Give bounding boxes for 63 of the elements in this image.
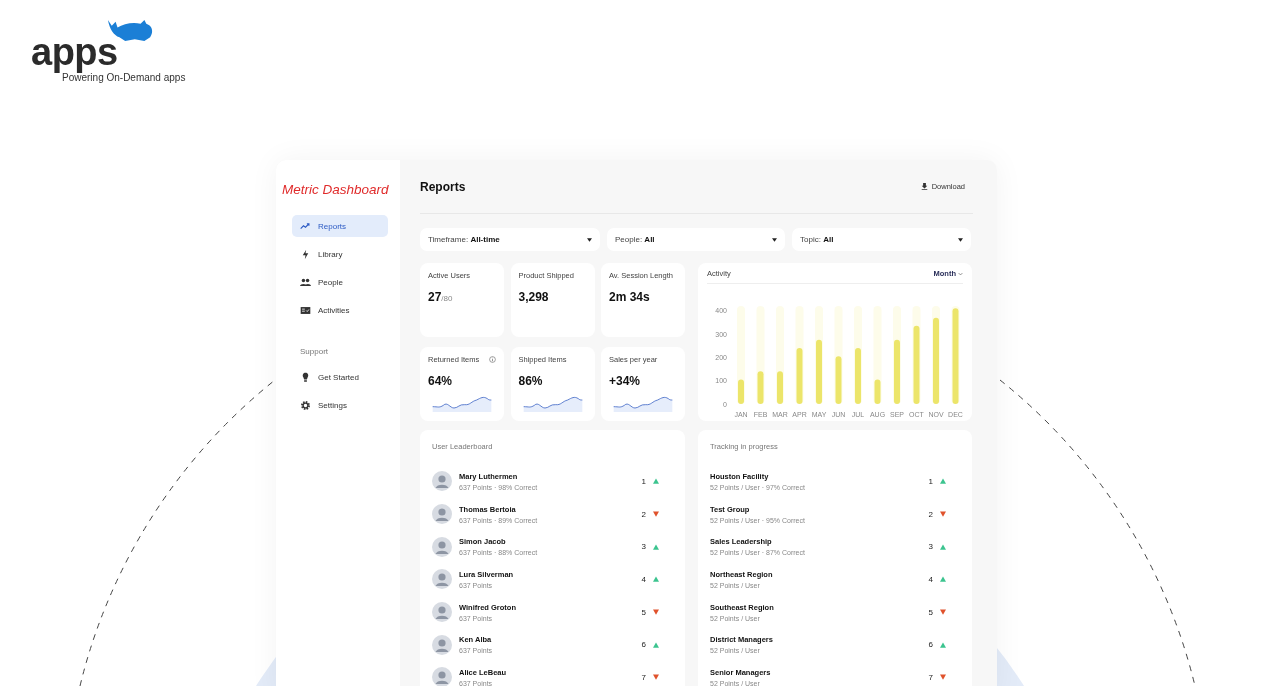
- nav-item[interactable]: Get Started: [292, 366, 388, 388]
- bar: [738, 379, 744, 404]
- rank-number: 7: [641, 672, 646, 682]
- lightbulb-icon: [300, 371, 311, 383]
- tagline: Powering On-Demand apps: [62, 72, 186, 83]
- bar: [777, 371, 783, 404]
- rank-number: 3: [928, 542, 933, 552]
- bar: [835, 356, 842, 404]
- rank-number: 7: [928, 672, 933, 682]
- settings-icon: [300, 399, 311, 411]
- nav-item[interactable]: People: [292, 271, 388, 293]
- nav-item[interactable]: Settings: [292, 394, 388, 416]
- nav-item[interactable]: Library: [292, 243, 388, 265]
- info-icon[interactable]: [489, 356, 496, 363]
- rank-number: 6: [928, 640, 933, 650]
- avatar-icon: [432, 504, 452, 525]
- rank-number: 4: [641, 574, 646, 584]
- rank-number: 5: [641, 607, 646, 617]
- rank-number: 6: [641, 640, 646, 650]
- stat-value: 86%: [518, 374, 544, 388]
- trend-icon: [300, 220, 311, 232]
- filter-dropdown[interactable]: Topic: All: [792, 228, 971, 251]
- avatar-icon: [432, 634, 452, 655]
- avatar-icon: [432, 602, 452, 623]
- stat-value: 2m 34s: [609, 290, 651, 304]
- rank-number: 2: [928, 509, 933, 519]
- filter-dropdown[interactable]: Timeframe: All-time: [420, 228, 600, 251]
- bar: [855, 348, 861, 404]
- avatar-icon: [432, 667, 452, 686]
- filter-dropdown[interactable]: People: All: [607, 228, 785, 251]
- stat-value: 27/80: [428, 290, 454, 304]
- checklist-icon: [300, 304, 311, 316]
- bar: [757, 371, 764, 404]
- rank-number: 5: [928, 607, 933, 617]
- nav-item[interactable]: Activities: [292, 299, 388, 321]
- people-icon: [300, 276, 311, 288]
- bar: [816, 339, 822, 404]
- caret-icon: [772, 237, 777, 242]
- rank-number: 3: [641, 542, 646, 552]
- bar: [894, 339, 900, 404]
- download-icon: [920, 183, 928, 190]
- bolt-icon: [300, 248, 311, 260]
- rank-number: 4: [928, 574, 933, 584]
- app-title: Metric Dashboard: [282, 182, 390, 197]
- stat-value: 3,298: [518, 290, 550, 304]
- stat-value: 64%: [428, 374, 454, 388]
- bar: [796, 348, 803, 404]
- page-title: Reports: [420, 179, 466, 194]
- rhino-icon: [105, 18, 154, 43]
- caret-icon: [958, 237, 963, 242]
- rank-number: 1: [928, 476, 933, 486]
- nav-item[interactable]: Reports: [292, 215, 388, 237]
- chevron-icon: [958, 271, 963, 276]
- avatar-icon: [432, 569, 452, 590]
- avatar-icon: [432, 471, 452, 492]
- caret-icon: [587, 237, 592, 242]
- logo-text: apps: [31, 33, 118, 71]
- stat-value: +34%: [609, 374, 642, 388]
- rank-number: 2: [641, 509, 646, 519]
- section-heading: Support: [300, 347, 330, 356]
- bar: [874, 379, 881, 404]
- avatar-icon: [432, 536, 452, 557]
- rank-number: 1: [641, 476, 646, 486]
